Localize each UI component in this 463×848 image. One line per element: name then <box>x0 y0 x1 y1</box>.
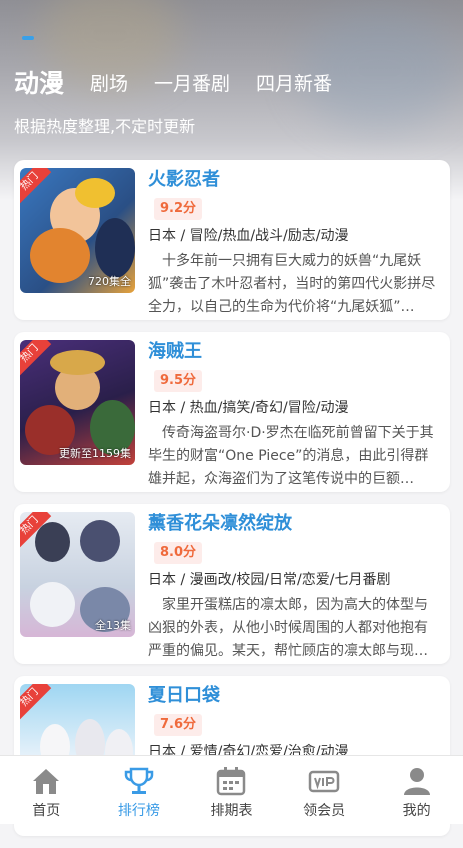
page-subtitle: 根据热度整理,不定时更新 <box>14 117 196 136</box>
score-badge: 9.5分 <box>154 370 203 392</box>
item-title[interactable]: 薰香花朵凛然绽放 <box>148 512 440 536</box>
tab-january[interactable]: 一月番剧 <box>154 70 230 98</box>
tab-anime[interactable]: 动漫 <box>14 70 64 98</box>
home-icon <box>29 764 63 798</box>
score-badge: 8.0分 <box>154 542 203 564</box>
list-item[interactable]: 热门 全13集 薰香花朵凛然绽放 8.0分 日本 / 漫画改/校园/日常/恋爱/… <box>14 504 450 664</box>
list-item[interactable]: 热门 更新至1159集 海贼王 9.5分 日本 / 热血/搞笑/奇幻/冒险/动漫… <box>14 332 450 492</box>
item-description: 十多年前一只拥有巨大威力的妖兽“九尾妖狐”袭击了木叶忍者村，当时的第四代火影拼尽… <box>148 253 436 315</box>
nav-label: 领会员 <box>303 803 346 819</box>
item-title[interactable]: 海贼王 <box>148 340 440 364</box>
nav-ranking[interactable]: 排行榜 <box>93 756 186 824</box>
nav-schedule[interactable]: 排期表 <box>185 756 278 824</box>
item-tags: 日本 / 热血/搞笑/奇幻/冒险/动漫 <box>148 400 349 416</box>
score-badge: 9.2分 <box>154 198 203 220</box>
poster-image[interactable]: 热门 更新至1159集 <box>20 340 135 465</box>
episode-count: 更新至1159集 <box>59 447 131 460</box>
item-tags: 日本 / 漫画改/校园/日常/恋爱/七月番剧 <box>148 572 391 588</box>
episode-count: 720集全 <box>88 275 131 288</box>
item-title[interactable]: 火影忍者 <box>148 168 440 192</box>
calendar-icon <box>214 764 248 798</box>
nav-label: 我的 <box>402 803 431 819</box>
nav-label: 首页 <box>32 803 61 819</box>
nav-label: 排行榜 <box>117 803 160 819</box>
item-description: 家里开蛋糕店的凛太郎，因为高大的体型与凶狠的外表，从他小时候周围的人都对他抱有严… <box>148 597 428 659</box>
poster-image[interactable]: 热门 720集全 <box>20 168 135 293</box>
item-title[interactable]: 夏日口袋 <box>148 684 440 708</box>
tab-april[interactable]: 四月新番 <box>256 70 332 98</box>
active-tab-indicator <box>22 36 34 40</box>
score-badge: 7.6分 <box>154 714 203 736</box>
poster-image[interactable]: 热门 全13集 <box>20 512 135 637</box>
vip-icon <box>307 764 341 798</box>
episode-count: 全13集 <box>95 619 131 632</box>
user-icon <box>400 764 434 798</box>
item-tags: 日本 / 冒险/热血/战斗/励志/动漫 <box>148 228 349 244</box>
nav-label: 排期表 <box>210 803 253 819</box>
nav-home[interactable]: 首页 <box>0 756 93 824</box>
bottom-navigation: 首页 排行榜 排期表 领会员 我的 <box>0 755 463 824</box>
nav-vip[interactable]: 领会员 <box>278 756 371 824</box>
anime-list: 热门 720集全 火影忍者 9.2分 日本 / 冒险/热血/战斗/励志/动漫 十… <box>14 160 450 848</box>
list-item[interactable]: 热门 720集全 火影忍者 9.2分 日本 / 冒险/热血/战斗/励志/动漫 十… <box>14 160 450 320</box>
item-description: 传奇海盗哥尔·D·罗杰在临死前曾留下关于其毕生的财富“One Piece”的消息… <box>148 425 434 487</box>
tab-theater[interactable]: 剧场 <box>90 70 128 98</box>
trophy-icon <box>122 764 156 798</box>
nav-profile[interactable]: 我的 <box>370 756 463 824</box>
category-tabs: 动漫 剧场 一月番剧 四月新番 <box>14 58 358 98</box>
